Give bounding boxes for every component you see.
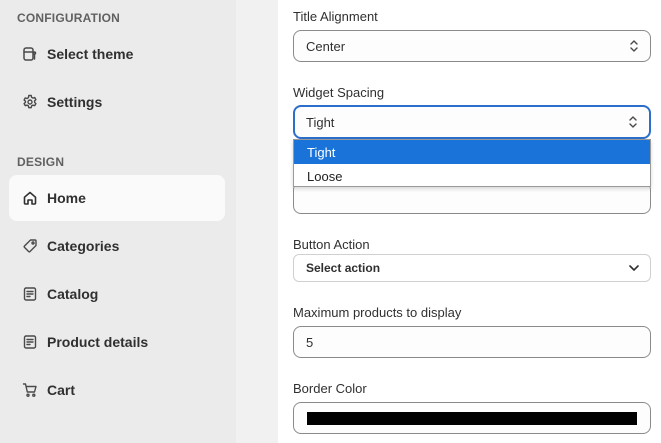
catalog-icon bbox=[22, 286, 38, 302]
cart-icon bbox=[22, 382, 38, 398]
sidebar-item-settings[interactable]: Settings bbox=[9, 79, 225, 125]
button-action-select[interactable]: Select action bbox=[293, 254, 651, 282]
max-products-input[interactable]: 5 bbox=[293, 326, 651, 358]
sidebar-gutter bbox=[236, 0, 278, 443]
tag-icon bbox=[22, 238, 38, 254]
sidebar-item-label: Select theme bbox=[47, 46, 134, 62]
widget-spacing-select[interactable]: Tight bbox=[293, 105, 651, 139]
settings-panel: Title Alignment Center Widget Spacing Ti… bbox=[278, 0, 661, 443]
home-icon bbox=[22, 190, 38, 206]
widget-spacing-dropdown: Tight Loose bbox=[293, 139, 651, 187]
color-swatch[interactable] bbox=[307, 412, 637, 425]
sidebar-item-categories[interactable]: Categories bbox=[9, 223, 225, 269]
configuration-heading: CONFIGURATION bbox=[17, 11, 121, 25]
select-arrows-icon bbox=[630, 40, 638, 52]
dropdown-option-loose[interactable]: Loose bbox=[294, 164, 650, 188]
sidebar-item-product-details[interactable]: Product details bbox=[9, 319, 225, 365]
product-details-icon bbox=[22, 334, 38, 350]
gear-icon bbox=[22, 94, 38, 110]
max-products-label: Maximum products to display bbox=[293, 305, 462, 320]
title-alignment-label: Title Alignment bbox=[293, 9, 378, 24]
sidebar-item-cart[interactable]: Cart bbox=[9, 367, 225, 413]
sidebar-item-label: Cart bbox=[47, 382, 76, 398]
design-heading: DESIGN bbox=[17, 155, 65, 169]
title-alignment-select[interactable]: Center bbox=[293, 30, 651, 62]
button-action-value: Select action bbox=[306, 261, 381, 275]
widget-spacing-value: Tight bbox=[306, 114, 335, 130]
border-color-input[interactable] bbox=[293, 402, 651, 434]
title-alignment-value: Center bbox=[306, 38, 346, 54]
max-products-value: 5 bbox=[306, 334, 314, 350]
sidebar-item-label: Categories bbox=[47, 238, 120, 254]
sidebar-item-label: Catalog bbox=[47, 286, 99, 302]
widget-spacing-label: Widget Spacing bbox=[293, 85, 385, 100]
sidebar-item-select-theme[interactable]: Select theme bbox=[9, 31, 225, 77]
sidebar-item-home[interactable]: Home bbox=[9, 175, 225, 221]
button-action-label: Button Action bbox=[293, 237, 370, 252]
sidebar-item-label: Product details bbox=[47, 334, 149, 350]
chevron-down-icon bbox=[629, 265, 639, 271]
sidebar: CONFIGURATION Select theme Settings DESI… bbox=[0, 0, 236, 443]
theme-icon bbox=[22, 46, 38, 62]
select-arrows-icon bbox=[629, 116, 637, 128]
border-color-label: Border Color bbox=[293, 381, 367, 396]
sidebar-item-label: Home bbox=[47, 190, 86, 206]
sidebar-item-label: Settings bbox=[47, 94, 103, 110]
sidebar-item-catalog[interactable]: Catalog bbox=[9, 271, 225, 317]
dropdown-option-tight[interactable]: Tight bbox=[294, 140, 650, 164]
